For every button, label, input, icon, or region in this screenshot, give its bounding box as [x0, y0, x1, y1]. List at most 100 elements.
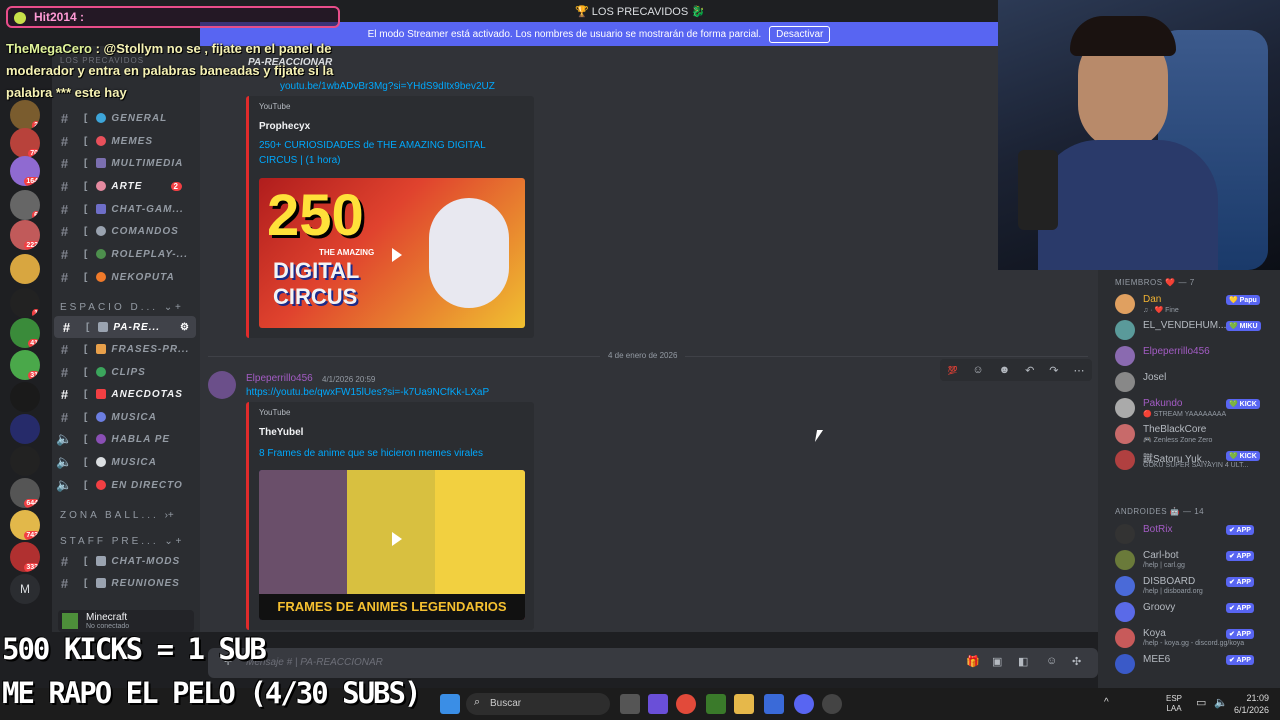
- emoji-icon[interactable]: ☺: [1046, 655, 1057, 667]
- minecraft-taskbar-icon[interactable]: [706, 694, 726, 714]
- member-item[interactable]: Josel: [1115, 370, 1280, 394]
- server-icon[interactable]: 2: [10, 100, 40, 130]
- category-espacio[interactable]: ESPACIO D... ⌄ +: [60, 302, 181, 313]
- message-link[interactable]: https://youtu.be/qwxFW15lUes?si=-k7Ua9NC…: [246, 387, 489, 398]
- bracket: [: [84, 180, 89, 192]
- server-icon[interactable]: 1: [10, 288, 40, 318]
- member-item[interactable]: 蹴Satoru Yuk... 💚 KICK GOKU SUPER SAIYAYIN …: [1115, 448, 1280, 472]
- channel-comandos[interactable]: # [COMANDOS: [52, 220, 194, 242]
- member-item[interactable]: MEE6 ✔ APP: [1115, 652, 1280, 676]
- server-icon[interactable]: 222: [10, 220, 40, 250]
- embed-author[interactable]: Prophecyx: [259, 121, 310, 132]
- copilot-icon[interactable]: [648, 694, 668, 714]
- server-icon[interactable]: 743: [10, 510, 40, 540]
- play-icon[interactable]: [392, 532, 402, 546]
- server-icon[interactable]: [10, 382, 40, 412]
- member-item[interactable]: Pakundo 💚 KICK 🔴 STREAM YAAAAAAAA: [1115, 396, 1280, 420]
- chevron-plus-icon[interactable]: ⌄ +: [164, 536, 181, 547]
- chrome-icon[interactable]: [676, 694, 696, 714]
- channel-arte[interactable]: # [ARTE 2: [52, 175, 194, 197]
- server-icon[interactable]: [10, 414, 40, 444]
- gif-icon[interactable]: ▣: [992, 655, 1002, 668]
- channel-reuniones[interactable]: # [REUNIONES: [52, 572, 194, 594]
- chevron-plus-icon[interactable]: ›+: [165, 510, 174, 521]
- voice-channel-habla-pe[interactable]: 🔈 [HABLA PE: [52, 428, 194, 450]
- network-icon[interactable]: ▭: [1196, 696, 1206, 709]
- member-item[interactable]: BotRix ✔ APP: [1115, 522, 1280, 546]
- server-icon[interactable]: 333: [10, 542, 40, 572]
- hash-icon: #: [60, 575, 70, 591]
- server-icon[interactable]: 6: [10, 190, 40, 220]
- member-item[interactable]: EL_VENDEHUM... 💚 MIKU: [1115, 318, 1280, 342]
- member-name: MEE6: [1143, 654, 1171, 665]
- windows-start-icon[interactable]: [440, 694, 460, 714]
- volume-icon[interactable]: 🔈: [1214, 696, 1228, 709]
- avatar[interactable]: [208, 371, 236, 399]
- channel-clips[interactable]: # [CLIPS: [52, 361, 194, 383]
- play-icon[interactable]: [392, 248, 402, 262]
- embed-author[interactable]: TheYubel: [259, 427, 303, 438]
- server-icon[interactable]: 164: [10, 156, 40, 186]
- forward-icon[interactable]: ↷: [1049, 364, 1058, 377]
- member-item[interactable]: DISBOARD ✔ APP/help | disboard.org: [1115, 574, 1280, 598]
- member-item[interactable]: Groovy ✔ APP: [1115, 600, 1280, 624]
- member-item[interactable]: Dan 💛 Papu ♫ · ❤️ Fine: [1115, 292, 1280, 316]
- server-icon[interactable]: [10, 254, 40, 284]
- channel-musica[interactable]: # [MUSICA: [52, 406, 194, 428]
- reaction-emoji-icon[interactable]: ☺: [972, 364, 983, 376]
- bracket: [: [84, 577, 89, 589]
- gift-icon[interactable]: 🎁: [966, 655, 980, 668]
- game-activity-panel[interactable]: Minecraft No conectado: [58, 610, 194, 632]
- deactivate-button[interactable]: Desactivar: [769, 25, 831, 43]
- obs-icon[interactable]: [822, 694, 842, 714]
- server-icon[interactable]: 644: [10, 478, 40, 508]
- channel-anecdotas[interactable]: # [ANECDOTAS: [52, 383, 194, 405]
- language-indicator[interactable]: ESP LAA: [1166, 694, 1182, 714]
- voice-channel-musica[interactable]: 🔈 [MUSICA: [52, 451, 194, 473]
- channel-pa-reaccionar[interactable]: # [PA-RE... ⚙: [54, 316, 196, 338]
- server-icon[interactable]: [10, 446, 40, 476]
- store-icon[interactable]: [764, 694, 784, 714]
- category-zona-ball[interactable]: ZONA BALL... ›+: [60, 510, 174, 521]
- member-item[interactable]: TheBlackCore 🎮 Zenless Zone Zero: [1115, 422, 1280, 446]
- video-thumbnail[interactable]: FRAMES DE ANIMES LEGENDARIOS: [259, 470, 525, 620]
- thumb-caption: FRAMES DE ANIMES LEGENDARIOS: [259, 594, 525, 620]
- channel-chat-mods[interactable]: # [CHAT-MODS: [52, 550, 194, 572]
- chevron-plus-icon[interactable]: ⌄ +: [164, 302, 181, 313]
- more-icon[interactable]: ⋯: [1073, 364, 1084, 377]
- member-item[interactable]: Elpeperrillo456: [1115, 344, 1280, 368]
- channel-multimedia[interactable]: # [MULTIMEDIA: [52, 152, 194, 174]
- sticker-icon[interactable]: ◧: [1018, 655, 1028, 668]
- discord-icon[interactable]: [794, 694, 814, 714]
- server-icon[interactable]: 70: [10, 128, 40, 158]
- server-icon-letter[interactable]: M: [10, 574, 40, 604]
- server-icon[interactable]: 41: [10, 318, 40, 348]
- member-item[interactable]: Koya ✔ APP/help - koya.gg - discord.gg/ko…: [1115, 626, 1280, 650]
- member-item[interactable]: Carl-bot ✔ APP/help | carl.gg: [1115, 548, 1280, 572]
- apps-icon[interactable]: ✣: [1072, 655, 1081, 668]
- settings-gear-icon[interactable]: ⚙: [180, 322, 190, 333]
- channel-general[interactable]: # [GENERAL: [52, 107, 194, 129]
- message-author[interactable]: Elpeperrillo456: [246, 373, 313, 384]
- file-explorer-icon[interactable]: [734, 694, 754, 714]
- channel-memes[interactable]: # [MEMES: [52, 130, 194, 152]
- video-thumbnail[interactable]: 250 THE AMAZING DIGITAL CIRCUS: [259, 178, 525, 328]
- voice-channel-en-directo[interactable]: 🔈 [EN DIRECTO: [52, 474, 194, 496]
- reply-icon[interactable]: ↶: [1025, 364, 1034, 377]
- server-icon[interactable]: 31: [10, 350, 40, 380]
- chat-top-user: Hit2014 :: [6, 6, 340, 28]
- message-input[interactable]: + Mensaje # | PA-REACCIONAR 🎁 ▣ ◧ ☺ ✣: [208, 648, 1098, 678]
- add-reaction-icon[interactable]: ☻: [999, 364, 1011, 376]
- channel-chat-gaming[interactable]: # [CHAT-GAM...: [52, 198, 194, 220]
- tray-chevron-icon[interactable]: ^: [1104, 697, 1109, 708]
- task-view-icon[interactable]: [620, 694, 640, 714]
- clock[interactable]: 21:09 6/1/2026: [1234, 692, 1269, 716]
- channel-frases[interactable]: # [FRASES-PR...: [52, 338, 194, 360]
- reaction-100-icon[interactable]: 💯: [947, 366, 957, 375]
- embed-title[interactable]: 8 Frames de anime que se hicieron memes …: [259, 446, 525, 461]
- embed-title[interactable]: 250+ CURIOSIDADES de THE AMAZING DIGITAL…: [259, 138, 499, 168]
- channel-roleplay[interactable]: # [ROLEPLAY-...: [52, 243, 194, 265]
- taskbar-search[interactable]: ⌕ Buscar: [466, 693, 610, 715]
- channel-nekoputa[interactable]: # [NEKOPUTA: [52, 266, 194, 288]
- category-staff[interactable]: STAFF PRE... ⌄ +: [60, 536, 181, 547]
